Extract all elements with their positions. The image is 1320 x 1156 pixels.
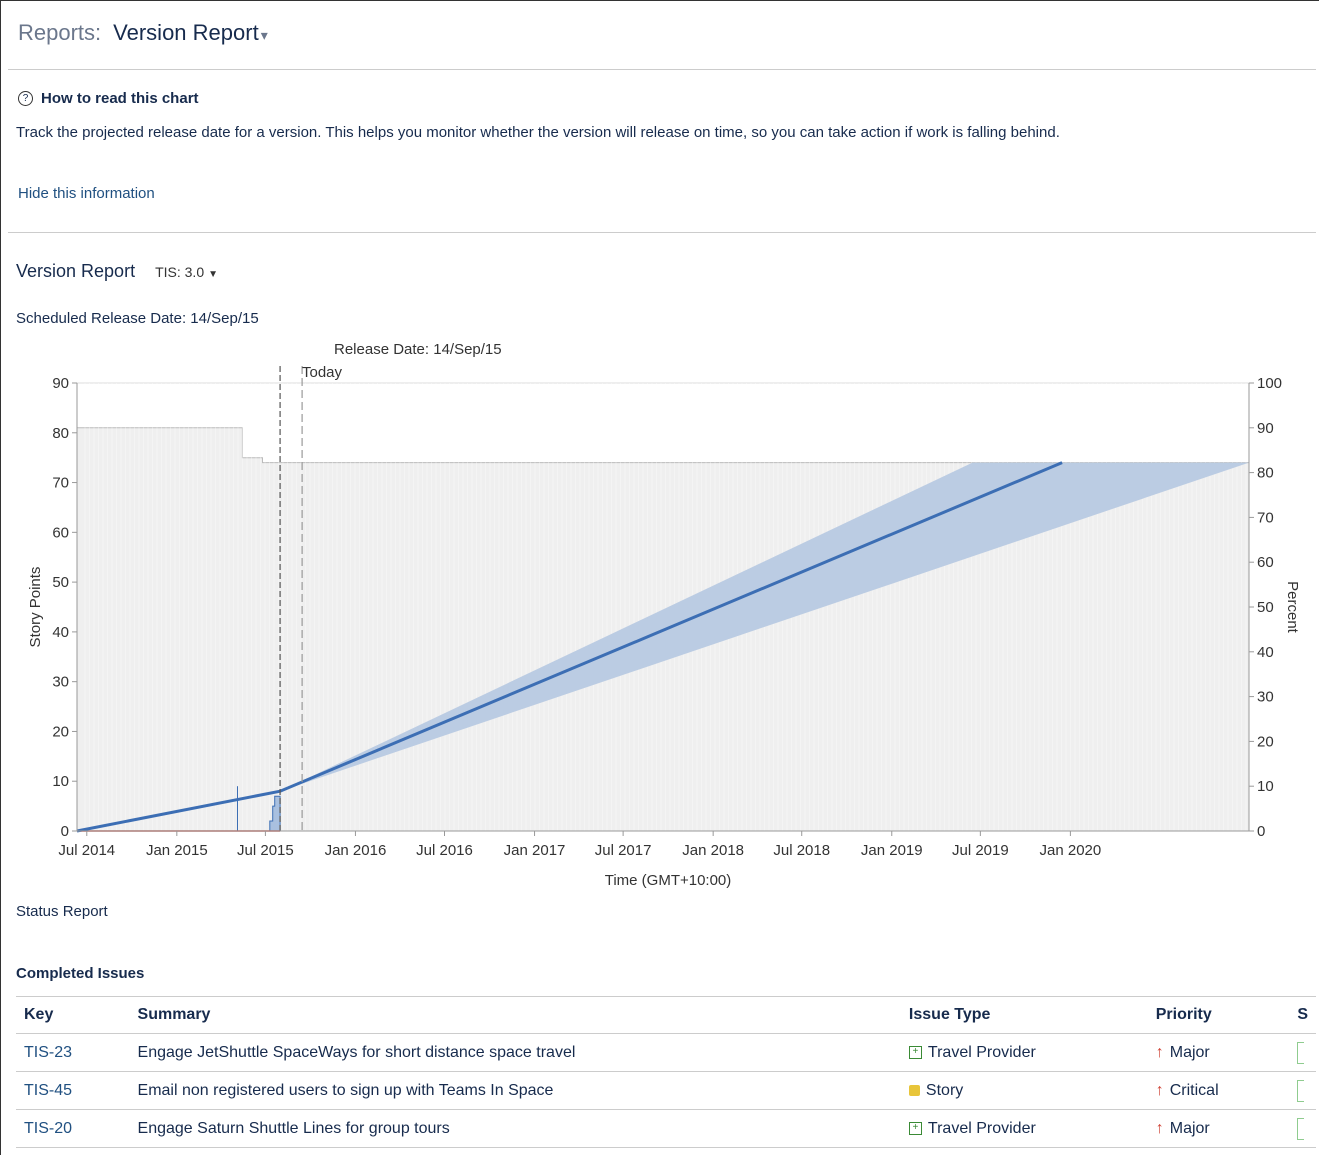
column-header-summary[interactable]: Summary bbox=[129, 996, 901, 1034]
completed-issues-table: Key Summary Issue Type Priority S TIS-23… bbox=[16, 996, 1316, 1148]
divider bbox=[8, 69, 1316, 70]
x-tick-label: Jul 2016 bbox=[416, 842, 473, 859]
issue-summary: Engage Saturn Shuttle Lines for group to… bbox=[129, 1109, 901, 1148]
y2-tick-label: 50 bbox=[1257, 599, 1274, 616]
priority-cell: ↑ Critical bbox=[1147, 1071, 1290, 1110]
version-select[interactable]: TIS: 3.0 ▼ bbox=[155, 264, 218, 280]
x-tick-label: Jan 2017 bbox=[504, 842, 566, 859]
status-cell bbox=[1289, 1033, 1316, 1072]
priority: Major bbox=[1169, 1043, 1210, 1061]
release-date-annotation: Release Date: 14/Sep/15 bbox=[334, 341, 502, 358]
scheduled-release-date: Scheduled Release Date: 14/Sep/15 bbox=[16, 310, 259, 327]
y-tick-label: 0 bbox=[61, 823, 69, 840]
y2-tick-label: 80 bbox=[1257, 465, 1274, 482]
version-report-row: Version Report TIS: 3.0 ▼ bbox=[16, 261, 218, 282]
issue-key-link[interactable]: TIS-45 bbox=[24, 1082, 72, 1099]
issue-type-cell: + Travel Provider bbox=[900, 1033, 1148, 1072]
help-heading: ? How to read this chart bbox=[18, 90, 199, 107]
help-heading-text: How to read this chart bbox=[41, 90, 199, 107]
page-header: Reports: Version Report ▾ bbox=[18, 20, 268, 54]
y-tick-label: 40 bbox=[52, 624, 69, 641]
y-tick-label: 70 bbox=[52, 475, 69, 492]
x-tick-label: Jul 2017 bbox=[595, 842, 652, 859]
y2-tick-label: 70 bbox=[1257, 509, 1274, 526]
y2-tick-label: 100 bbox=[1257, 375, 1282, 392]
priority-cell: ↑ Major bbox=[1147, 1109, 1290, 1148]
y-tick-label: 30 bbox=[52, 674, 69, 691]
version-report-chart: 0 10 20 30 40 50 60 70 80 90 0 10 20 30 40 50 60 70 80 90 10… bbox=[27, 341, 1301, 889]
priority-arrow-up-icon: ↑ bbox=[1155, 1081, 1164, 1099]
y-tick-label: 50 bbox=[52, 574, 69, 591]
issue-type: Travel Provider bbox=[927, 1119, 1036, 1137]
y-tick-label: 60 bbox=[52, 524, 69, 541]
x-axis-title: Time (GMT+10:00) bbox=[605, 872, 732, 889]
issue-type-cell: + Travel Provider bbox=[900, 1109, 1148, 1148]
x-tick-label: Jul 2014 bbox=[58, 842, 115, 859]
status-report-label: Status Report bbox=[16, 903, 108, 920]
y-tick-label: 80 bbox=[52, 425, 69, 442]
issue-type: Story bbox=[925, 1081, 964, 1099]
x-tick-label: Jul 2015 bbox=[237, 842, 294, 859]
priority: Critical bbox=[1169, 1081, 1219, 1099]
y2-tick-label: 0 bbox=[1257, 823, 1265, 840]
y2-tick-label: 20 bbox=[1257, 733, 1274, 750]
y-axis-title: Story Points bbox=[27, 567, 44, 648]
x-tick-label: Jul 2019 bbox=[952, 842, 1009, 859]
priority-arrow-up-icon: ↑ bbox=[1155, 1119, 1164, 1137]
y2-tick-label: 40 bbox=[1257, 644, 1274, 661]
hide-information-link[interactable]: Hide this information bbox=[18, 185, 155, 202]
x-tick-label: Jan 2019 bbox=[861, 842, 923, 859]
priority: Major bbox=[1169, 1119, 1210, 1137]
y2-tick-label: 10 bbox=[1257, 778, 1274, 795]
issue-type-cell: Story bbox=[900, 1071, 1148, 1110]
y2-axis-title: Percent bbox=[1284, 581, 1301, 634]
column-header-priority[interactable]: Priority bbox=[1147, 996, 1290, 1034]
version-report-label: Version Report bbox=[16, 261, 136, 281]
chevron-down-icon: ▼ bbox=[208, 269, 219, 280]
priority-cell: ↑ Major bbox=[1147, 1033, 1290, 1072]
chevron-down-icon[interactable]: ▾ bbox=[261, 27, 268, 44]
question-icon: ? bbox=[18, 91, 33, 106]
header-prefix: Reports: bbox=[18, 20, 102, 45]
column-header-status[interactable]: S bbox=[1289, 996, 1316, 1034]
x-tick-label: Jan 2016 bbox=[325, 842, 387, 859]
table-row: TIS-45 Email non registered users to sign… bbox=[16, 1071, 1316, 1110]
divider bbox=[8, 232, 1316, 233]
column-header-key[interactable]: Key bbox=[16, 996, 130, 1034]
y2-tick-label: 90 bbox=[1257, 420, 1274, 437]
travel-provider-icon: + bbox=[908, 1045, 922, 1059]
version-select-value: TIS: 3.0 bbox=[155, 264, 205, 280]
status-cell bbox=[1289, 1109, 1316, 1148]
y-tick-label: 90 bbox=[52, 375, 69, 392]
y2-tick-label: 30 bbox=[1257, 689, 1274, 706]
status-lozenge bbox=[1297, 1117, 1305, 1140]
completed-issues-title: Completed Issues bbox=[16, 965, 145, 982]
table-row: TIS-20 Engage Saturn Shuttle Lines for gr… bbox=[16, 1109, 1316, 1148]
story-icon bbox=[908, 1084, 920, 1096]
x-tick-label: Jan 2020 bbox=[1040, 842, 1102, 859]
x-tick-label: Jan 2015 bbox=[146, 842, 208, 859]
issue-summary: Email non registered users to sign up wi… bbox=[129, 1071, 901, 1110]
table-header-row: Key Summary Issue Type Priority S bbox=[16, 996, 1316, 1034]
status-lozenge bbox=[1297, 1041, 1305, 1064]
table-row: TIS-23 Engage JetShuttle SpaceWays for sh… bbox=[16, 1033, 1316, 1072]
y2-tick-label: 60 bbox=[1257, 554, 1274, 571]
travel-provider-icon: + bbox=[908, 1121, 922, 1135]
issue-summary: Engage JetShuttle SpaceWays for short di… bbox=[129, 1033, 901, 1072]
issue-key-link[interactable]: TIS-23 bbox=[24, 1044, 72, 1061]
help-text: Track the projected release date for a v… bbox=[16, 124, 1060, 141]
report-type-selector[interactable]: Version Report bbox=[113, 20, 259, 46]
issue-type: Travel Provider bbox=[927, 1043, 1036, 1061]
priority-arrow-up-icon: ↑ bbox=[1155, 1043, 1164, 1061]
x-tick-label: Jan 2018 bbox=[682, 842, 744, 859]
status-lozenge bbox=[1297, 1079, 1305, 1102]
y-tick-label: 10 bbox=[52, 773, 69, 790]
y-tick-label: 20 bbox=[52, 723, 69, 740]
issue-key-link[interactable]: TIS-20 bbox=[24, 1120, 72, 1137]
column-header-issue-type[interactable]: Issue Type bbox=[900, 996, 1148, 1034]
x-tick-label: Jul 2018 bbox=[773, 842, 830, 859]
status-cell bbox=[1289, 1071, 1316, 1110]
today-annotation: Today bbox=[302, 364, 343, 381]
